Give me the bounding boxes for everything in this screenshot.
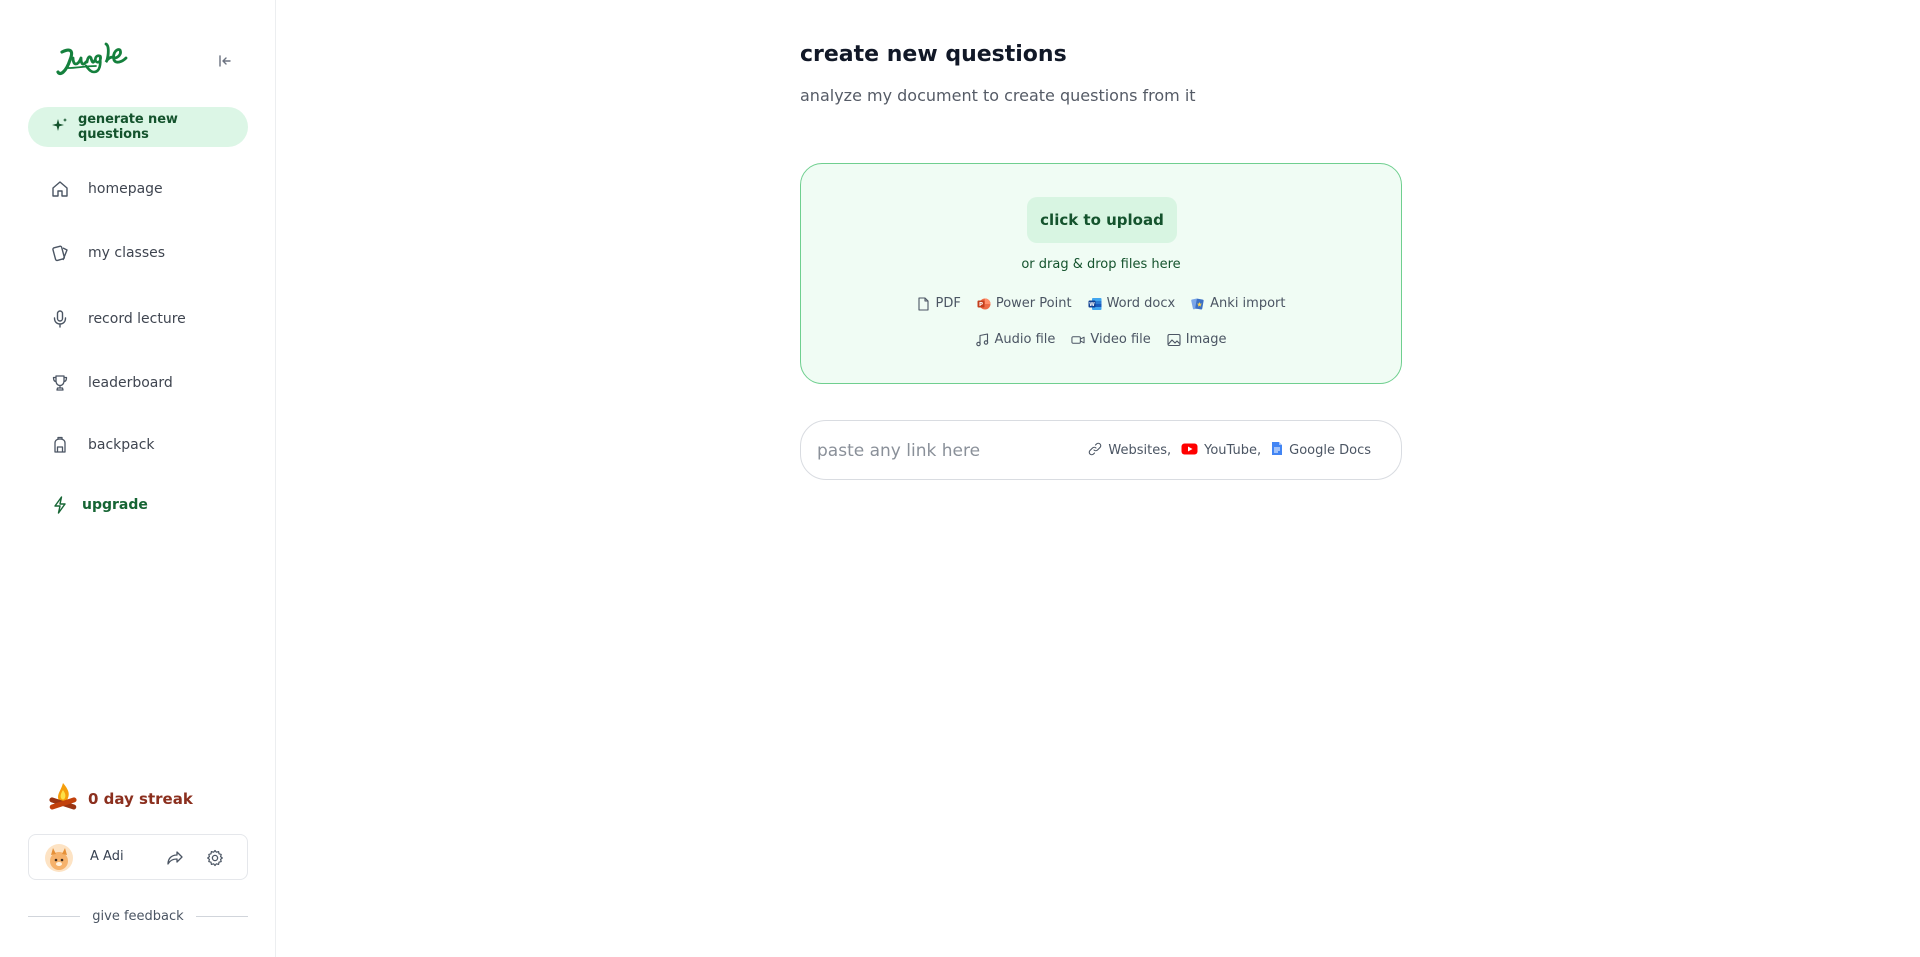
source-websites: Websites, [1088, 442, 1171, 460]
file-type-word: W Word docx [1088, 296, 1176, 311]
user-name: A Adi [90, 849, 124, 864]
source-label: YouTube, [1204, 443, 1262, 458]
link-icon [1088, 442, 1102, 460]
microphone-icon [50, 309, 70, 329]
file-type-label: Word docx [1106, 296, 1176, 311]
streak-indicator[interactable]: 0 day streak [46, 782, 193, 816]
page-title: create new questions [800, 42, 1067, 67]
feedback-row: give feedback [28, 906, 248, 926]
sidebar: generate new questions homepage my class… [0, 0, 276, 957]
sidebar-item-homepage[interactable]: homepage [50, 174, 163, 204]
sidebar-item-backpack[interactable]: backpack [50, 430, 155, 460]
gear-icon[interactable] [205, 848, 225, 868]
sidebar-item-leaderboard[interactable]: leaderboard [50, 368, 173, 398]
file-type-label: Anki import [1210, 296, 1286, 311]
divider [28, 915, 81, 917]
google-docs-icon [1271, 441, 1283, 460]
sidebar-item-upgrade[interactable]: upgrade [50, 490, 148, 520]
upload-dropzone[interactable]: click to upload or drag & drop files her… [800, 163, 1402, 384]
sidebar-item-label: homepage [88, 181, 163, 197]
file-type-video: Video file [1071, 332, 1151, 347]
sidebar-item-record-lecture[interactable]: record lecture [50, 304, 186, 334]
anki-icon [1191, 297, 1205, 311]
word-icon: W [1088, 297, 1102, 311]
click-to-upload-button[interactable]: click to upload [1027, 197, 1177, 243]
divider [195, 915, 248, 917]
drop-hint: or drag & drop files here [1021, 257, 1181, 272]
campfire-icon [46, 781, 80, 817]
collapse-sidebar-icon[interactable] [214, 50, 236, 72]
svg-text:W: W [1089, 302, 1095, 308]
video-camera-icon [1071, 333, 1085, 347]
trophy-icon [50, 373, 70, 393]
sparkles-icon [52, 117, 68, 137]
file-type-label: PDF [935, 296, 961, 311]
link-input-box: Websites, YouTube, Google Docs [800, 420, 1402, 480]
avatar[interactable] [45, 844, 73, 872]
source-label: Websites, [1108, 443, 1172, 458]
source-youtube: YouTube, [1181, 443, 1261, 459]
generate-new-questions-label: generate new questions [78, 112, 178, 142]
jungle-logo[interactable] [56, 38, 128, 82]
file-types-row: PDF P Power Point W Word docx Anki impor… [801, 296, 1401, 311]
file-type-label: Video file [1090, 332, 1151, 347]
file-type-anki: Anki import [1191, 296, 1285, 311]
cards-icon [50, 243, 70, 263]
backpack-icon [50, 435, 70, 455]
svg-text:P: P [979, 302, 983, 308]
sidebar-item-my-classes[interactable]: my classes [50, 238, 165, 268]
youtube-icon [1181, 443, 1198, 459]
file-type-powerpoint: P Power Point [977, 296, 1072, 311]
music-note-icon [976, 332, 990, 347]
link-sources: Websites, YouTube, Google Docs [1088, 441, 1371, 460]
file-type-label: Image [1185, 332, 1227, 347]
file-type-label: Power Point [995, 296, 1072, 311]
give-feedback-link[interactable]: give feedback [92, 909, 183, 924]
file-type-image: Image [1167, 332, 1227, 347]
sidebar-item-label: upgrade [82, 497, 148, 513]
powerpoint-icon: P [977, 297, 991, 311]
streak-label: 0 day streak [88, 790, 193, 808]
app: generate new questions homepage my class… [0, 0, 1920, 957]
source-google-docs: Google Docs [1271, 441, 1371, 460]
share-icon[interactable] [165, 848, 185, 868]
file-types-row: Audio file Video file Image [801, 332, 1401, 347]
lightning-icon [50, 495, 70, 515]
user-card: A Adi [28, 834, 248, 880]
sidebar-item-label: my classes [88, 245, 166, 261]
sidebar-item-label: backpack [88, 437, 155, 453]
sidebar-item-label: record lecture [88, 311, 186, 327]
sidebar-item-label: leaderboard [88, 375, 173, 391]
home-icon [50, 179, 70, 199]
file-type-audio: Audio file [976, 332, 1056, 347]
file-icon [917, 296, 931, 311]
page-subtitle: analyze my document to create questions … [800, 86, 1196, 105]
generate-new-questions-button[interactable]: generate new questions [28, 107, 248, 147]
image-icon [1167, 333, 1181, 347]
file-type-pdf: PDF [917, 296, 961, 311]
file-type-label: Audio file [994, 332, 1056, 347]
source-label: Google Docs [1289, 443, 1371, 458]
link-input[interactable] [817, 436, 1087, 466]
